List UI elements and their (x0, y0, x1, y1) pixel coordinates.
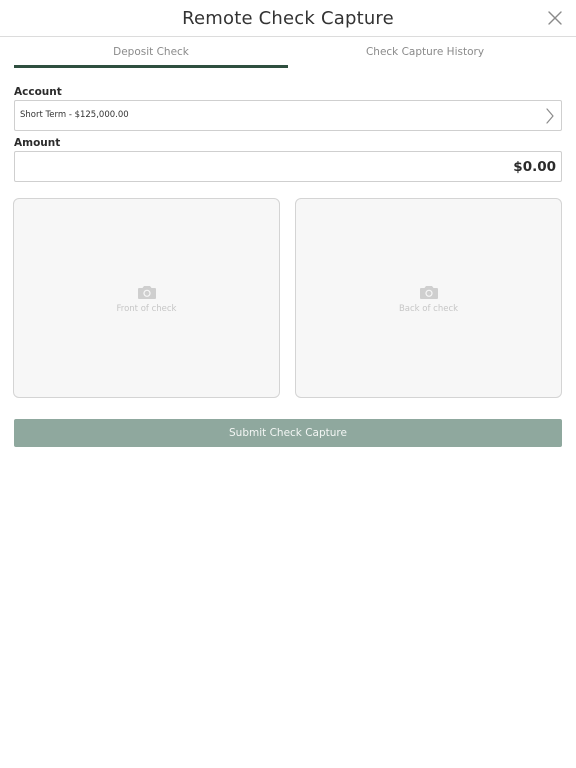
back-of-check-caption: Back of check (398, 304, 459, 314)
amount-label: Amount (14, 137, 61, 149)
chevron-right-icon (546, 108, 554, 124)
front-of-check-capture[interactable]: Front of check (13, 198, 280, 398)
tab-deposit-check[interactable]: Deposit Check (14, 37, 288, 68)
submit-check-capture-button[interactable]: Submit Check Capture (14, 419, 562, 447)
camera-icon (137, 286, 156, 299)
front-of-check-caption: Front of check (116, 304, 177, 314)
active-tab-indicator (14, 65, 288, 68)
account-select[interactable]: Short Term - $125,000.00 (14, 100, 562, 131)
account-value: Short Term - $125,000.00 (20, 110, 129, 120)
tab-deposit-check-label: Deposit Check (113, 46, 189, 58)
account-label: Account (14, 86, 62, 98)
back-of-check-capture[interactable]: Back of check (295, 198, 562, 398)
camera-icon (419, 286, 438, 299)
tab-check-capture-history[interactable]: Check Capture History (288, 37, 562, 68)
tab-check-capture-history-label: Check Capture History (365, 46, 485, 58)
tab-bar: Deposit Check Check Capture History (14, 37, 562, 68)
amount-input[interactable] (14, 151, 562, 182)
remote-check-capture-screen: Remote Check Capture Deposit Check Check… (0, 0, 576, 768)
page-title: Remote Check Capture (182, 8, 394, 29)
header: Remote Check Capture (0, 0, 576, 37)
close-icon[interactable] (546, 9, 564, 27)
